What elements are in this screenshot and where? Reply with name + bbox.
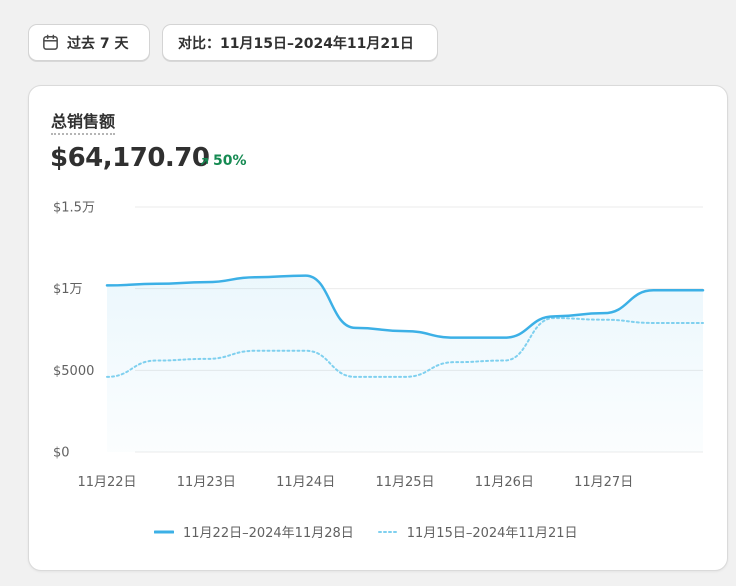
x-tick-label: 11月25日 [375, 475, 434, 490]
compare-range-button[interactable]: 对比：11月15日–2024年11月21日 [162, 24, 438, 61]
date-range-button[interactable]: 过去 7 天 [28, 24, 150, 61]
x-tick-label: 11月23日 [177, 475, 236, 490]
legend-label-current: 11月22日–2024年11月28日 [183, 526, 354, 541]
dotted-line-swatch [377, 530, 398, 533]
date-range-label: 过去 7 天 [67, 35, 129, 52]
y-tick-label: $0 [53, 446, 70, 461]
total-sales-card: 总销售额 $64,170.70 50% $0 $5000 $1万 $1.5万 11月22… [28, 85, 728, 571]
y-tick-label: $1万 [53, 282, 83, 297]
sales-line-chart[interactable]: $0 $5000 $1万 $1.5万 11月22日 11月23日 11月24日 11月25日 1… [29, 86, 729, 572]
solid-line-swatch [154, 530, 174, 533]
x-tick-label: 11月24日 [276, 475, 335, 490]
legend-item-current[interactable]: 11月22日–2024年11月28日 [154, 522, 354, 541]
x-tick-label: 11月22日 [77, 475, 136, 490]
y-tick-label: $5000 [53, 364, 94, 379]
legend-item-previous[interactable]: 11月15日–2024年11月21日 [377, 522, 578, 541]
y-tick-label: $1.5万 [53, 201, 95, 216]
legend-label-previous: 11月15日–2024年11月21日 [406, 526, 578, 541]
series-current-area [107, 275, 703, 452]
x-tick-label: 11月26日 [475, 475, 534, 490]
x-tick-label: 11月27日 [574, 475, 633, 490]
compare-range-label: 对比：11月15日–2024年11月21日 [178, 35, 414, 52]
chart-legend: 11月22日–2024年11月28日 11月15日–2024年11月21日 [154, 522, 578, 541]
calendar-icon [41, 33, 60, 52]
